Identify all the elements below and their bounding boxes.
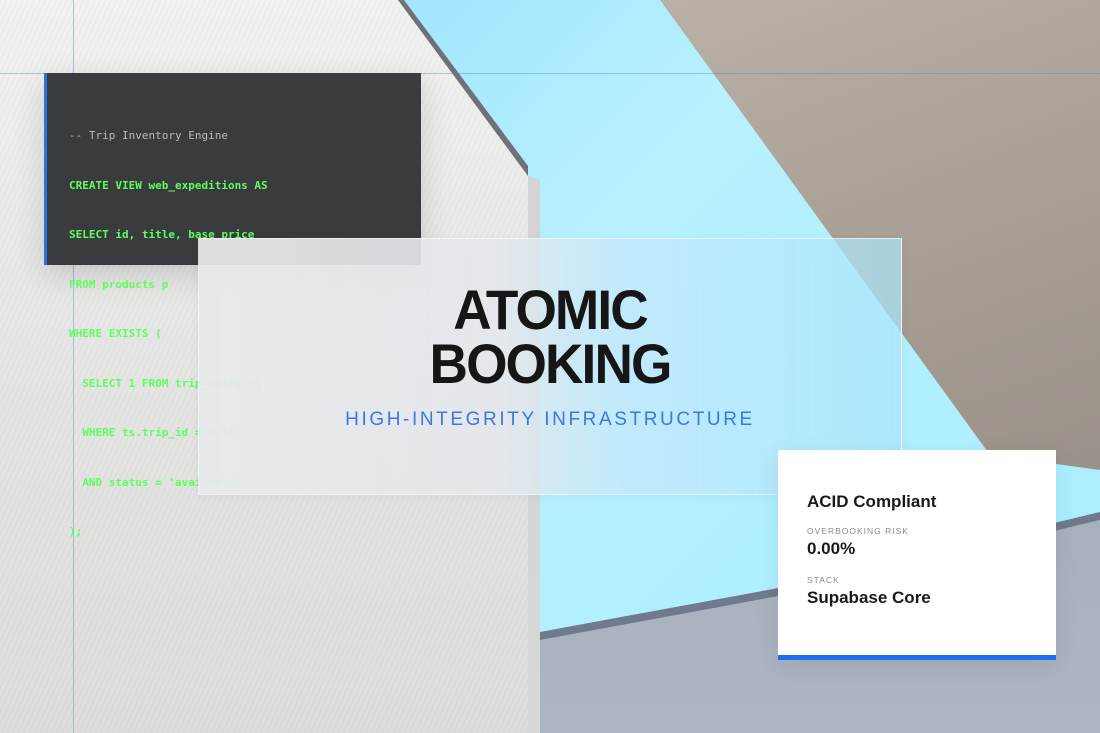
stat-headline: ACID Compliant <box>807 492 937 511</box>
stat-label-stack: STACK <box>807 575 840 585</box>
stats-card: ACID Compliant OVERBOOKING RISK 0.00% ST… <box>778 450 1056 660</box>
code-line: CREATE VIEW web_expeditions AS <box>69 178 268 192</box>
hero-title-line-2: BOOKING <box>429 332 673 395</box>
stat-value-stack: Supabase Core <box>807 588 931 607</box>
hero-title: ATOMIC BOOKING <box>217 282 884 392</box>
code-line: ); <box>69 525 83 538</box>
hero-subtitle: HIGH-INTEGRITY INFRASTRUCTURE <box>345 409 755 430</box>
code-line: -- Trip Inventory Engine <box>69 129 228 142</box>
stat-label-overbooking-risk: OVERBOOKING RISK <box>807 526 909 536</box>
code-panel: -- Trip Inventory Engine CREATE VIEW web… <box>44 73 421 538</box>
stat-value-overbooking-risk: 0.00% <box>807 539 856 558</box>
